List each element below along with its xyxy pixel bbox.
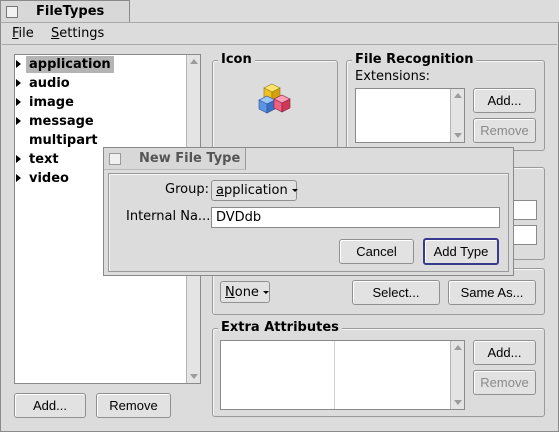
scroll-up-icon[interactable]: [454, 93, 462, 98]
select-app-button[interactable]: Select...: [352, 280, 440, 305]
preferred-app-select[interactable]: None: [220, 281, 270, 303]
expand-arrow-icon[interactable]: [16, 155, 21, 163]
window-tab[interactable]: FileTypes: [0, 0, 130, 23]
internal-name-input[interactable]: DVDdb: [211, 207, 500, 228]
tree-item[interactable]: application: [16, 55, 114, 73]
scroll-down-icon[interactable]: [190, 374, 198, 379]
remove-extension-button[interactable]: Remove: [473, 118, 536, 143]
window-title: FileTypes: [36, 4, 105, 19]
add-attribute-button[interactable]: Add...: [473, 340, 536, 365]
scroll-down-icon[interactable]: [454, 133, 462, 138]
attributes-column-divider: [334, 341, 335, 409]
extensions-list[interactable]: [355, 88, 465, 143]
tree-item[interactable]: multipart: [16, 131, 101, 149]
scroll-up-icon[interactable]: [454, 345, 462, 350]
dialog-close-box-icon[interactable]: [109, 153, 121, 165]
tree-item-label: text: [29, 151, 59, 167]
add-type-button[interactable]: Add...: [14, 393, 86, 418]
expand-arrow-icon[interactable]: [16, 174, 21, 182]
group-label: Group:: [165, 182, 209, 197]
expand-arrow-icon[interactable]: [16, 79, 21, 87]
close-box-icon[interactable]: [6, 6, 18, 18]
cube-stack-icon[interactable]: [258, 82, 294, 118]
tree-item-label: audio: [29, 75, 70, 91]
extensions-scrollbar[interactable]: [450, 89, 464, 142]
expand-arrow-icon[interactable]: [16, 98, 21, 106]
attributes-scrollbar[interactable]: [450, 341, 464, 409]
tree-item[interactable]: video: [16, 169, 72, 187]
chevron-down-icon: [291, 189, 298, 192]
same-as-button[interactable]: Same As...: [448, 280, 536, 305]
group-select[interactable]: application: [211, 180, 298, 201]
dialog-title: New File Type: [139, 151, 241, 166]
icon-group-title: Icon: [218, 52, 255, 67]
remove-attribute-button[interactable]: Remove: [473, 370, 536, 395]
scroll-up-icon[interactable]: [190, 59, 198, 64]
file-recognition-title: File Recognition: [352, 52, 477, 67]
tree-item[interactable]: text: [16, 150, 62, 168]
tree-item[interactable]: image: [16, 93, 77, 111]
menu-file[interactable]: File: [12, 26, 34, 41]
tree-item[interactable]: message: [16, 112, 97, 130]
add-extension-button[interactable]: Add...: [473, 88, 536, 113]
tree-item-label: multipart: [29, 132, 98, 148]
dialog-tab: New File Type: [104, 148, 246, 170]
attributes-list[interactable]: [220, 340, 465, 410]
chevron-down-icon: [262, 290, 269, 294]
menu-settings[interactable]: Settings: [51, 26, 104, 41]
extra-attributes-title: Extra Attributes: [218, 320, 342, 335]
extensions-label: Extensions:: [355, 69, 430, 84]
expand-arrow-icon[interactable]: [16, 117, 21, 125]
tree-item-label: image: [29, 94, 74, 110]
scroll-down-icon[interactable]: [454, 400, 462, 405]
add-type-confirm-button[interactable]: Add Type: [423, 238, 499, 265]
internal-name-label: Internal Na...: [126, 209, 211, 224]
tree-item[interactable]: audio: [16, 74, 73, 92]
expand-arrow-icon[interactable]: [16, 60, 21, 68]
tree-item-label: application: [26, 55, 114, 73]
tree-item-label: message: [29, 113, 94, 129]
cancel-button[interactable]: Cancel: [339, 239, 414, 264]
remove-type-button[interactable]: Remove: [96, 393, 171, 418]
tree-item-label: video: [29, 170, 69, 186]
